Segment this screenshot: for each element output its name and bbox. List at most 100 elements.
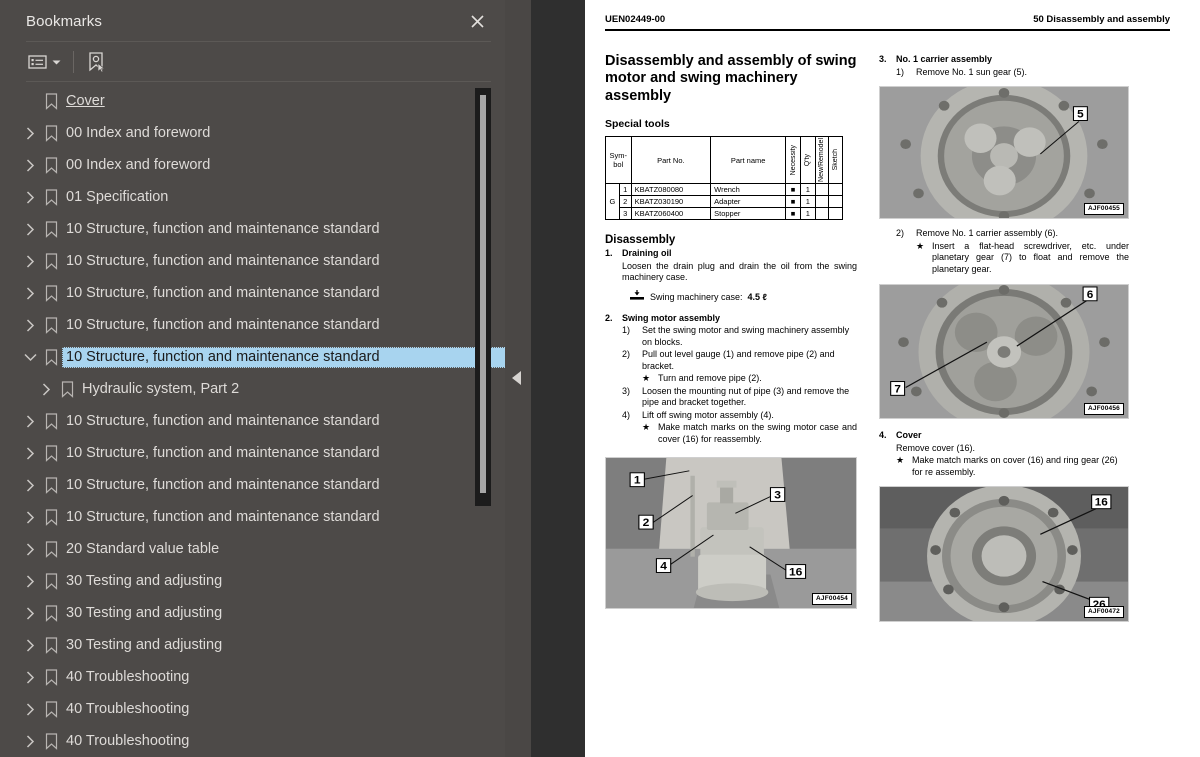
- bookmark-item[interactable]: 10 Structure, function and maintenance s…: [0, 245, 505, 277]
- bookmark-icon: [40, 284, 62, 302]
- row-no: 3: [618, 207, 632, 221]
- chevron-right-icon[interactable]: [20, 542, 40, 556]
- bookmark-item[interactable]: 10 Structure, function and maintenance s…: [0, 341, 505, 373]
- figure-sun-gear: 5 AJF00455: [879, 86, 1129, 220]
- step-1-body: Loosen the drain plug and drain the oil …: [605, 261, 857, 284]
- row-new-remodel: [814, 207, 830, 221]
- bookmark-item[interactable]: 20 Standard value table: [0, 533, 505, 565]
- bookmark-item[interactable]: 00 Index and foreword: [0, 117, 505, 149]
- bookmark-icon: [40, 668, 62, 686]
- row-sketch: [828, 195, 843, 209]
- bookmark-item-label: 10 Structure, function and maintenance s…: [66, 220, 380, 237]
- bookmark-icon: [40, 348, 62, 366]
- bookmark-item[interactable]: Cover: [0, 85, 505, 117]
- bookmark-item[interactable]: 40 Troubleshooting: [0, 661, 505, 693]
- bookmark-icon: [40, 732, 62, 750]
- bookmarks-scrollbar-thumb[interactable]: [480, 95, 486, 493]
- bookmark-item-label: 40 Troubleshooting: [66, 732, 190, 749]
- bookmark-item[interactable]: 01 Specification: [0, 181, 505, 213]
- figure-swing-motor-caption: AJF00454: [812, 593, 852, 606]
- step-3-sub-2-text: Remove No. 1 carrier assembly (6).: [916, 228, 1059, 239]
- step-2-substep: ★ Turn and remove pipe (2).: [605, 373, 857, 385]
- chevron-right-icon[interactable]: [20, 286, 40, 300]
- step-4: 4. Cover: [879, 430, 1129, 442]
- chevron-right-icon[interactable]: [20, 670, 40, 684]
- special-tools-table: Sym-bol Part No. Part name Necessity Q't…: [605, 136, 843, 221]
- step-4-star-bullet: ★: [896, 455, 905, 466]
- document-viewport[interactable]: UEN02449-00 50 Disassembly and assembly …: [585, 0, 1200, 757]
- chevron-right-icon[interactable]: [20, 254, 40, 268]
- step-2-substep-number: 2): [622, 349, 631, 360]
- chevron-right-icon[interactable]: [20, 574, 40, 588]
- bookmark-icon: [40, 412, 62, 430]
- row-necessity: ■: [785, 195, 801, 209]
- chevron-right-icon[interactable]: [20, 478, 40, 492]
- new-bookmark-icon[interactable]: [86, 48, 107, 76]
- chevron-down-icon[interactable]: [20, 353, 40, 362]
- figure-carrier: 67 AJF00456: [879, 284, 1129, 420]
- step-2-substep-number: 1): [622, 325, 631, 336]
- chevron-right-icon[interactable]: [20, 638, 40, 652]
- step-3-sub-3-bullet: ★: [916, 240, 925, 251]
- row-part-no: KBATZ030190: [630, 195, 712, 209]
- bookmark-item[interactable]: 30 Testing and adjusting: [0, 629, 505, 661]
- row-part-no: KBATZ060400: [630, 207, 712, 221]
- chevron-right-icon[interactable]: [20, 606, 40, 620]
- chevron-right-icon[interactable]: [20, 510, 40, 524]
- bookmark-item[interactable]: 10 Structure, function and maintenance s…: [0, 213, 505, 245]
- svg-text:7: 7: [894, 384, 901, 396]
- chevron-right-icon[interactable]: [20, 734, 40, 748]
- close-icon[interactable]: [466, 10, 488, 32]
- figure-swing-motor-image: 1 2 3 4 16: [606, 458, 856, 609]
- left-column: Disassembly and assembly of swing motor …: [605, 53, 857, 622]
- bookmark-item[interactable]: 10 Structure, function and maintenance s…: [0, 309, 505, 341]
- figure-sun-gear-image: 5: [880, 87, 1128, 219]
- list-options-icon[interactable]: [26, 48, 63, 76]
- step-2-substep-text: Make match marks on the swing motor case…: [658, 422, 857, 444]
- bookmark-item[interactable]: 40 Troubleshooting: [0, 693, 505, 725]
- bookmark-item[interactable]: 40 Troubleshooting: [0, 725, 505, 757]
- bookmark-item-label: 30 Testing and adjusting: [66, 604, 223, 621]
- step-2-substep-text: Set the swing motor and swing machinery …: [642, 325, 850, 347]
- chevron-right-icon[interactable]: [20, 446, 40, 460]
- chevron-right-icon[interactable]: [20, 190, 40, 204]
- collapse-left-arrow-icon[interactable]: [512, 371, 521, 385]
- row-sketch: [828, 207, 843, 221]
- bookmark-item[interactable]: 10 Structure, function and maintenance s…: [0, 469, 505, 501]
- chevron-right-icon[interactable]: [36, 382, 56, 396]
- chevron-right-icon[interactable]: [20, 702, 40, 716]
- chevron-right-icon[interactable]: [20, 158, 40, 172]
- bookmark-icon: [40, 476, 62, 494]
- step-4-text: Remove cover (16).: [896, 442, 976, 453]
- bookmark-item[interactable]: 10 Structure, function and maintenance s…: [0, 437, 505, 469]
- step-2-substep: 3) Loosen the mounting nut of pipe (3) an…: [605, 386, 857, 409]
- toolbar-separator: [73, 51, 74, 73]
- chevron-right-icon[interactable]: [20, 414, 40, 428]
- bookmark-item-label: 10 Structure, function and maintenance s…: [66, 476, 380, 493]
- panel-splitter[interactable]: [505, 0, 585, 757]
- bookmarks-scrollbar[interactable]: [475, 88, 491, 506]
- bookmark-item[interactable]: Hydraulic system, Part 2: [0, 373, 505, 405]
- bookmark-item[interactable]: 10 Structure, function and maintenance s…: [0, 277, 505, 309]
- chevron-right-icon[interactable]: [20, 126, 40, 140]
- page-header-left: UEN02449-00: [605, 14, 666, 25]
- bookmark-item[interactable]: 30 Testing and adjusting: [0, 565, 505, 597]
- table-row: 3 KBATZ060400 Stopper ■ 1: [606, 207, 843, 221]
- step-3-sub-1-number: 1): [896, 66, 905, 77]
- bookmark-item[interactable]: 10 Structure, function and maintenance s…: [0, 405, 505, 437]
- chevron-right-icon[interactable]: [20, 222, 40, 236]
- bookmark-item[interactable]: 00 Index and foreword: [0, 149, 505, 181]
- table-row: 2 KBATZ030190 Adapter ■ 1: [606, 195, 843, 209]
- bookmark-item-label: Hydraulic system, Part 2: [82, 380, 240, 397]
- new-bookmark-glyph: [89, 52, 106, 73]
- bookmark-item[interactable]: 10 Structure, function and maintenance s…: [0, 501, 505, 533]
- chevron-right-icon[interactable]: [20, 318, 40, 332]
- bookmark-icon: [40, 444, 62, 462]
- bookmark-icon: [40, 508, 62, 526]
- drain-oil-icon: [630, 289, 644, 300]
- bookmark-icon: [40, 316, 62, 334]
- svg-text:5: 5: [1077, 109, 1084, 120]
- bookmark-item[interactable]: 30 Testing and adjusting: [0, 597, 505, 629]
- step-4-star: ★ Make match marks on cover (16) and rin…: [879, 455, 1129, 478]
